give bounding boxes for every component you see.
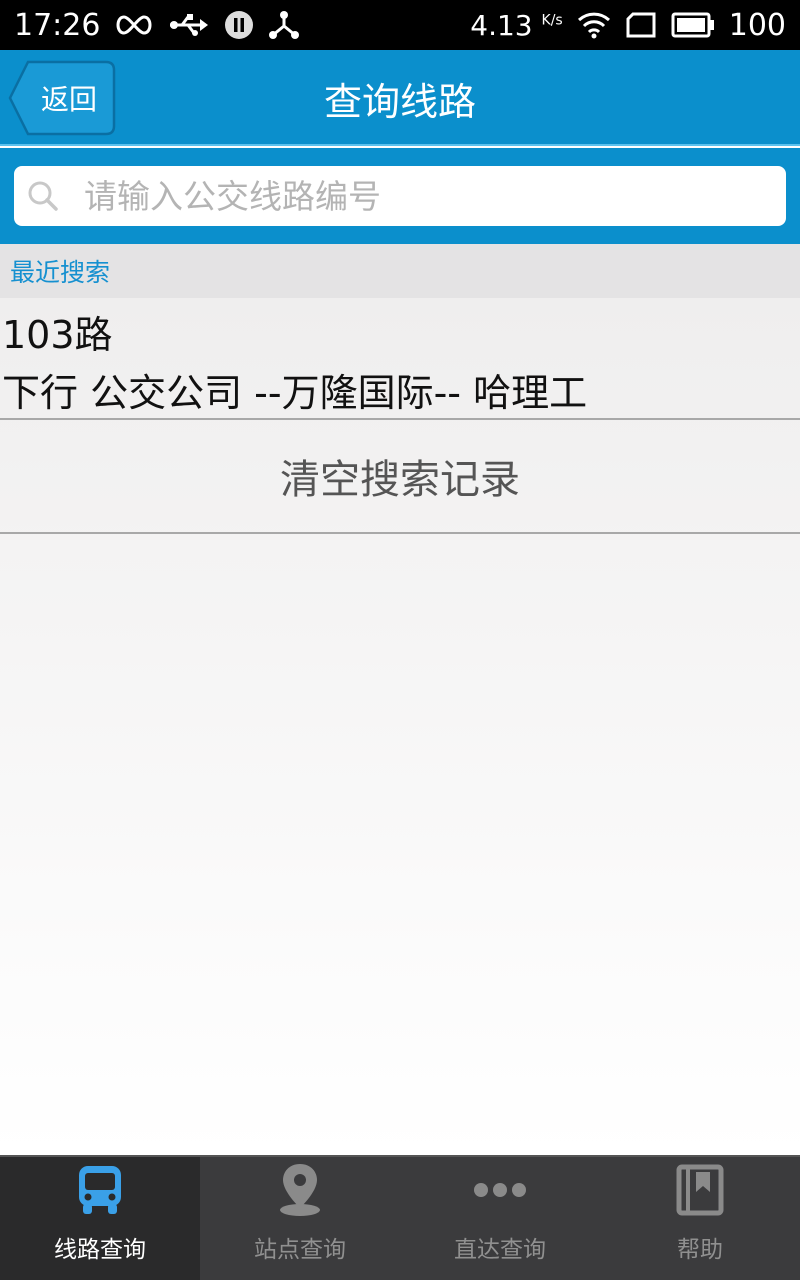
recent-item-route: 103路 bbox=[2, 313, 113, 357]
status-left: 17:26 bbox=[14, 8, 300, 43]
tab-direct-query-label: 直达查询 bbox=[454, 1237, 546, 1263]
help-book-icon bbox=[676, 1160, 724, 1220]
main-content: 最近搜索 103路 下行 公交公司 --万隆国际-- 哈理工 清空搜索记录 bbox=[0, 244, 800, 1155]
back-button[interactable]: 返回 bbox=[8, 60, 116, 136]
recent-search-item[interactable]: 103路 下行 公交公司 --万隆国际-- 哈理工 bbox=[0, 298, 800, 420]
more-dots-icon bbox=[472, 1160, 528, 1220]
sim-icon bbox=[625, 11, 657, 39]
tab-stop-query-label: 站点查询 bbox=[254, 1237, 346, 1263]
battery-icon bbox=[671, 12, 715, 38]
net-speed-unit: K/s bbox=[541, 12, 563, 29]
status-time: 17:26 bbox=[14, 7, 101, 43]
share-node-icon bbox=[268, 10, 300, 40]
bus-icon bbox=[75, 1160, 125, 1220]
tab-route-query[interactable]: 线路查询 bbox=[0, 1157, 200, 1280]
nav-bar: 返回 查询线路 bbox=[0, 50, 800, 146]
recent-search-header: 最近搜索 bbox=[0, 244, 800, 298]
wifi-icon bbox=[577, 11, 611, 39]
net-speed-value: 4.13 bbox=[470, 8, 533, 42]
tab-help[interactable]: 帮助 bbox=[600, 1157, 800, 1280]
clear-history-button[interactable]: 清空搜索记录 bbox=[0, 420, 800, 534]
search-area bbox=[0, 148, 800, 244]
tab-help-label: 帮助 bbox=[677, 1237, 723, 1263]
back-button-label: 返回 bbox=[40, 83, 97, 116]
search-icon bbox=[26, 179, 60, 213]
net-speed: 4.13 K/s bbox=[470, 9, 562, 42]
location-pin-icon bbox=[277, 1160, 323, 1220]
search-box[interactable] bbox=[14, 166, 786, 226]
status-bar: 17:26 4.13 K/s 100 bbox=[0, 0, 800, 50]
tab-stop-query[interactable]: 站点查询 bbox=[200, 1157, 400, 1280]
recent-item-detail: 下行 公交公司 --万隆国际-- 哈理工 bbox=[2, 371, 588, 415]
page-title: 查询线路 bbox=[323, 79, 476, 124]
pause-icon bbox=[224, 10, 254, 40]
infinity-icon bbox=[114, 13, 154, 37]
tab-route-query-label: 线路查询 bbox=[54, 1237, 146, 1263]
search-input[interactable] bbox=[84, 176, 744, 216]
usb-icon bbox=[168, 13, 210, 37]
battery-level: 100 bbox=[728, 7, 786, 43]
tab-direct-query[interactable]: 直达查询 bbox=[400, 1157, 600, 1280]
bottom-tab-bar: 线路查询 站点查询 直达查询 帮助 bbox=[0, 1155, 800, 1280]
status-right: 4.13 K/s 100 bbox=[470, 8, 786, 43]
